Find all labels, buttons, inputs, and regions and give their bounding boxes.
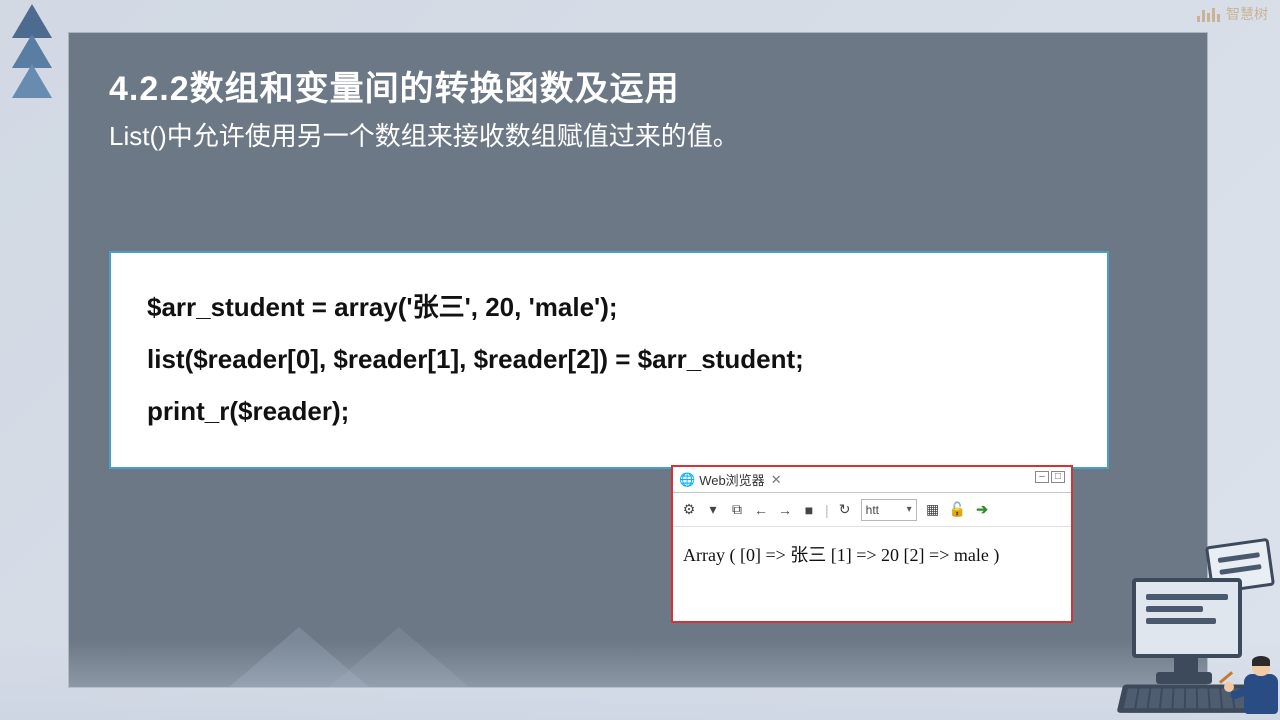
go-button[interactable]: ➔ — [974, 501, 990, 518]
decorative-arrows — [12, 8, 52, 98]
browser-toolbar: ⚙ ▾ ⧉ ← → ■ | ↻ htt ▾ ▦ 🔓 ➔ — [673, 493, 1071, 527]
grid-view-icon[interactable]: ▦ — [925, 501, 941, 518]
up-arrow-icon — [12, 4, 52, 38]
monitor-base — [1156, 672, 1212, 684]
toolbar-separator: | — [825, 502, 829, 518]
chevron-down-icon: ▾ — [907, 504, 912, 515]
up-arrow-icon — [12, 34, 52, 68]
dropdown-caret-icon[interactable]: ▾ — [705, 501, 721, 518]
back-button[interactable]: ← — [753, 502, 769, 518]
person-icon — [1234, 658, 1280, 720]
url-text: htt — [866, 503, 879, 517]
lock-icon[interactable]: 🔓 — [949, 501, 966, 518]
tab-close-icon[interactable]: ✕ — [771, 472, 782, 488]
reload-button[interactable]: ↻ — [837, 501, 853, 518]
stop-button[interactable]: ■ — [801, 502, 817, 518]
slide-title: 4.2.2数组和变量间的转换函数及运用 — [69, 33, 1207, 116]
browser-titlebar: 🌐 Web浏览器 ✕ – □ — [673, 467, 1071, 493]
browser-output: Array ( [0] => 张三 [1] => 20 [2] => male … — [673, 527, 1071, 581]
code-line-2: list($reader[0], $reader[1], $reader[2])… — [147, 333, 1071, 385]
code-block: $arr_student = array('张三', 20, 'male'); … — [109, 251, 1109, 469]
code-line-3: print_r($reader); — [147, 385, 1071, 437]
watermark-bars-icon — [1197, 6, 1220, 22]
monitor-icon — [1132, 578, 1242, 658]
settings-gear-icon[interactable]: ⚙ — [681, 501, 697, 518]
slide-subtitle: List()中允许使用另一个数组来接收数组赋值过来的值。 — [69, 116, 1207, 175]
forward-button[interactable]: → — [777, 502, 793, 518]
globe-icon: 🌐 — [679, 472, 695, 488]
url-dropdown[interactable]: htt ▾ — [861, 499, 917, 521]
computer-illustration — [1080, 533, 1280, 720]
up-arrow-icon — [12, 64, 52, 98]
window-maximize-button[interactable]: □ — [1051, 471, 1065, 483]
watermark-text: 智慧树 — [1226, 4, 1268, 24]
watermark: 智慧树 — [1197, 4, 1268, 24]
slide-body: 4.2.2数组和变量间的转换函数及运用 List()中允许使用另一个数组来接收数… — [68, 32, 1208, 688]
new-window-icon[interactable]: ⧉ — [729, 501, 745, 518]
code-line-1: $arr_student = array('张三', 20, 'male'); — [147, 281, 1071, 333]
browser-tab-label: Web浏览器 — [699, 470, 765, 489]
browser-window: 🌐 Web浏览器 ✕ – □ ⚙ ▾ ⧉ ← → ■ | ↻ htt ▾ ▦ 🔓… — [671, 465, 1073, 623]
window-minimize-button[interactable]: – — [1035, 471, 1049, 483]
